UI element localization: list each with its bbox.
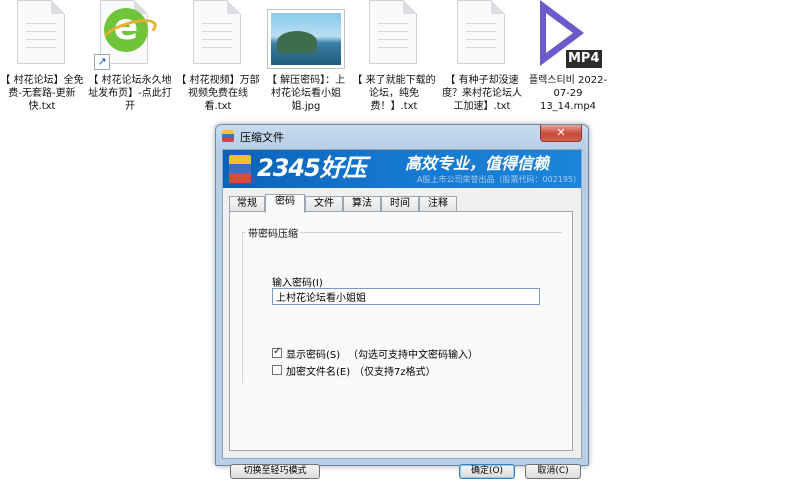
brand-name: 2345好压: [257, 154, 367, 182]
file-name: 플렉스티비 2022-07-29 13_14.mp4: [528, 75, 608, 112]
haozip-logo-icon: [229, 155, 251, 183]
desktop-file-6[interactable]: 【 有种子却没速度？来村花论坛人工加速】.txt: [440, 0, 524, 113]
password-panel: 带密码压缩 输入密码(I) 显示密码(S) （勾选可支持中文密码输入） 加密文件…: [229, 211, 573, 451]
password-input[interactable]: [272, 288, 540, 305]
file-name: 【 村花论坛永久地址发布页】-点此打开: [88, 75, 172, 112]
dialog-client: 2345好压 高效专业，值得信赖 A股上市公司荣誉出品（股票代码：002195）…: [222, 149, 582, 479]
text-file-icon: [352, 0, 436, 72]
tab-comment[interactable]: 注释: [419, 196, 457, 211]
image-file-icon: [264, 0, 348, 72]
brand-banner: 2345好压 高效专业，值得信赖 A股上市公司荣誉出品（股票代码：002195）: [223, 150, 581, 188]
tab-files[interactable]: 文件: [305, 196, 343, 211]
ok-button[interactable]: 确定(O): [459, 464, 515, 479]
shortcut-arrow-icon: ↗: [94, 54, 110, 70]
tab-general[interactable]: 常规: [229, 196, 265, 211]
dialog-title: 压缩文件: [240, 131, 284, 144]
desktop-file-2[interactable]: e ↗ 【 村花论坛永久地址发布页】-点此打开: [88, 0, 172, 113]
file-name: 【 来了就能下载的论坛，纯免费！】.txt: [352, 75, 436, 112]
brand-subtitle: A股上市公司荣誉出品（股票代码：002195）: [417, 175, 581, 184]
text-file-icon: [176, 0, 260, 72]
switch-mode-button[interactable]: 切换至轻巧模式: [230, 464, 320, 479]
dialog-titlebar[interactable]: 压缩文件 ✕: [216, 125, 588, 147]
encrypt-filenames-label[interactable]: 加密文件名(E): [286, 363, 350, 378]
close-button[interactable]: ✕: [540, 125, 582, 142]
file-name: 【 解压密码】：上村花论坛看小姐姐.jpg: [266, 75, 346, 112]
tab-password[interactable]: 密码: [265, 194, 305, 213]
tab-time[interactable]: 时间: [381, 196, 419, 211]
app-icon: [222, 130, 234, 142]
ie-shortcut-icon: e ↗: [88, 0, 172, 72]
brand-slogan: 高效专业，值得信赖: [405, 154, 550, 173]
cancel-button[interactable]: 取消(C): [525, 464, 581, 479]
text-file-icon: [0, 0, 84, 72]
show-password-hint: （勾选可支持中文密码输入）: [348, 350, 478, 361]
file-name: 【 村花视频】万部视频免费在线看.txt: [176, 75, 260, 112]
encrypt-filenames-checkbox[interactable]: [272, 365, 282, 375]
file-name: 【 有种子却没速度？来村花论坛人工加速】.txt: [442, 75, 522, 112]
tab-algorithm[interactable]: 算法: [343, 196, 381, 211]
mp4-badge: MP4: [566, 50, 602, 68]
show-password-label[interactable]: 显示密码(S): [286, 346, 340, 361]
desktop-file-1[interactable]: 【 村花论坛】全免费-无套路-更新快.txt: [0, 0, 84, 113]
encrypt-filenames-hint: （仅支持7z格式）: [354, 367, 436, 378]
compress-dialog: 压缩文件 ✕ 2345好压 高效专业，值得信赖 A股上市公司荣誉出品（股票代码：…: [215, 124, 589, 479]
password-input-label: 输入密码(I): [272, 278, 323, 289]
desktop-file-3[interactable]: 【 村花视频】万部视频免费在线看.txt: [176, 0, 260, 113]
show-password-checkbox[interactable]: [272, 346, 282, 358]
file-name: 【 村花论坛】全免费-无套路-更新快.txt: [0, 75, 84, 112]
text-file-icon: [440, 0, 524, 72]
desktop-file-5[interactable]: 【 来了就能下载的论坛，纯免费！】.txt: [352, 0, 436, 113]
group-title: 带密码压缩: [246, 225, 300, 240]
desktop-file-4[interactable]: 【 解压密码】：上村花论坛看小姐姐.jpg: [264, 0, 348, 113]
